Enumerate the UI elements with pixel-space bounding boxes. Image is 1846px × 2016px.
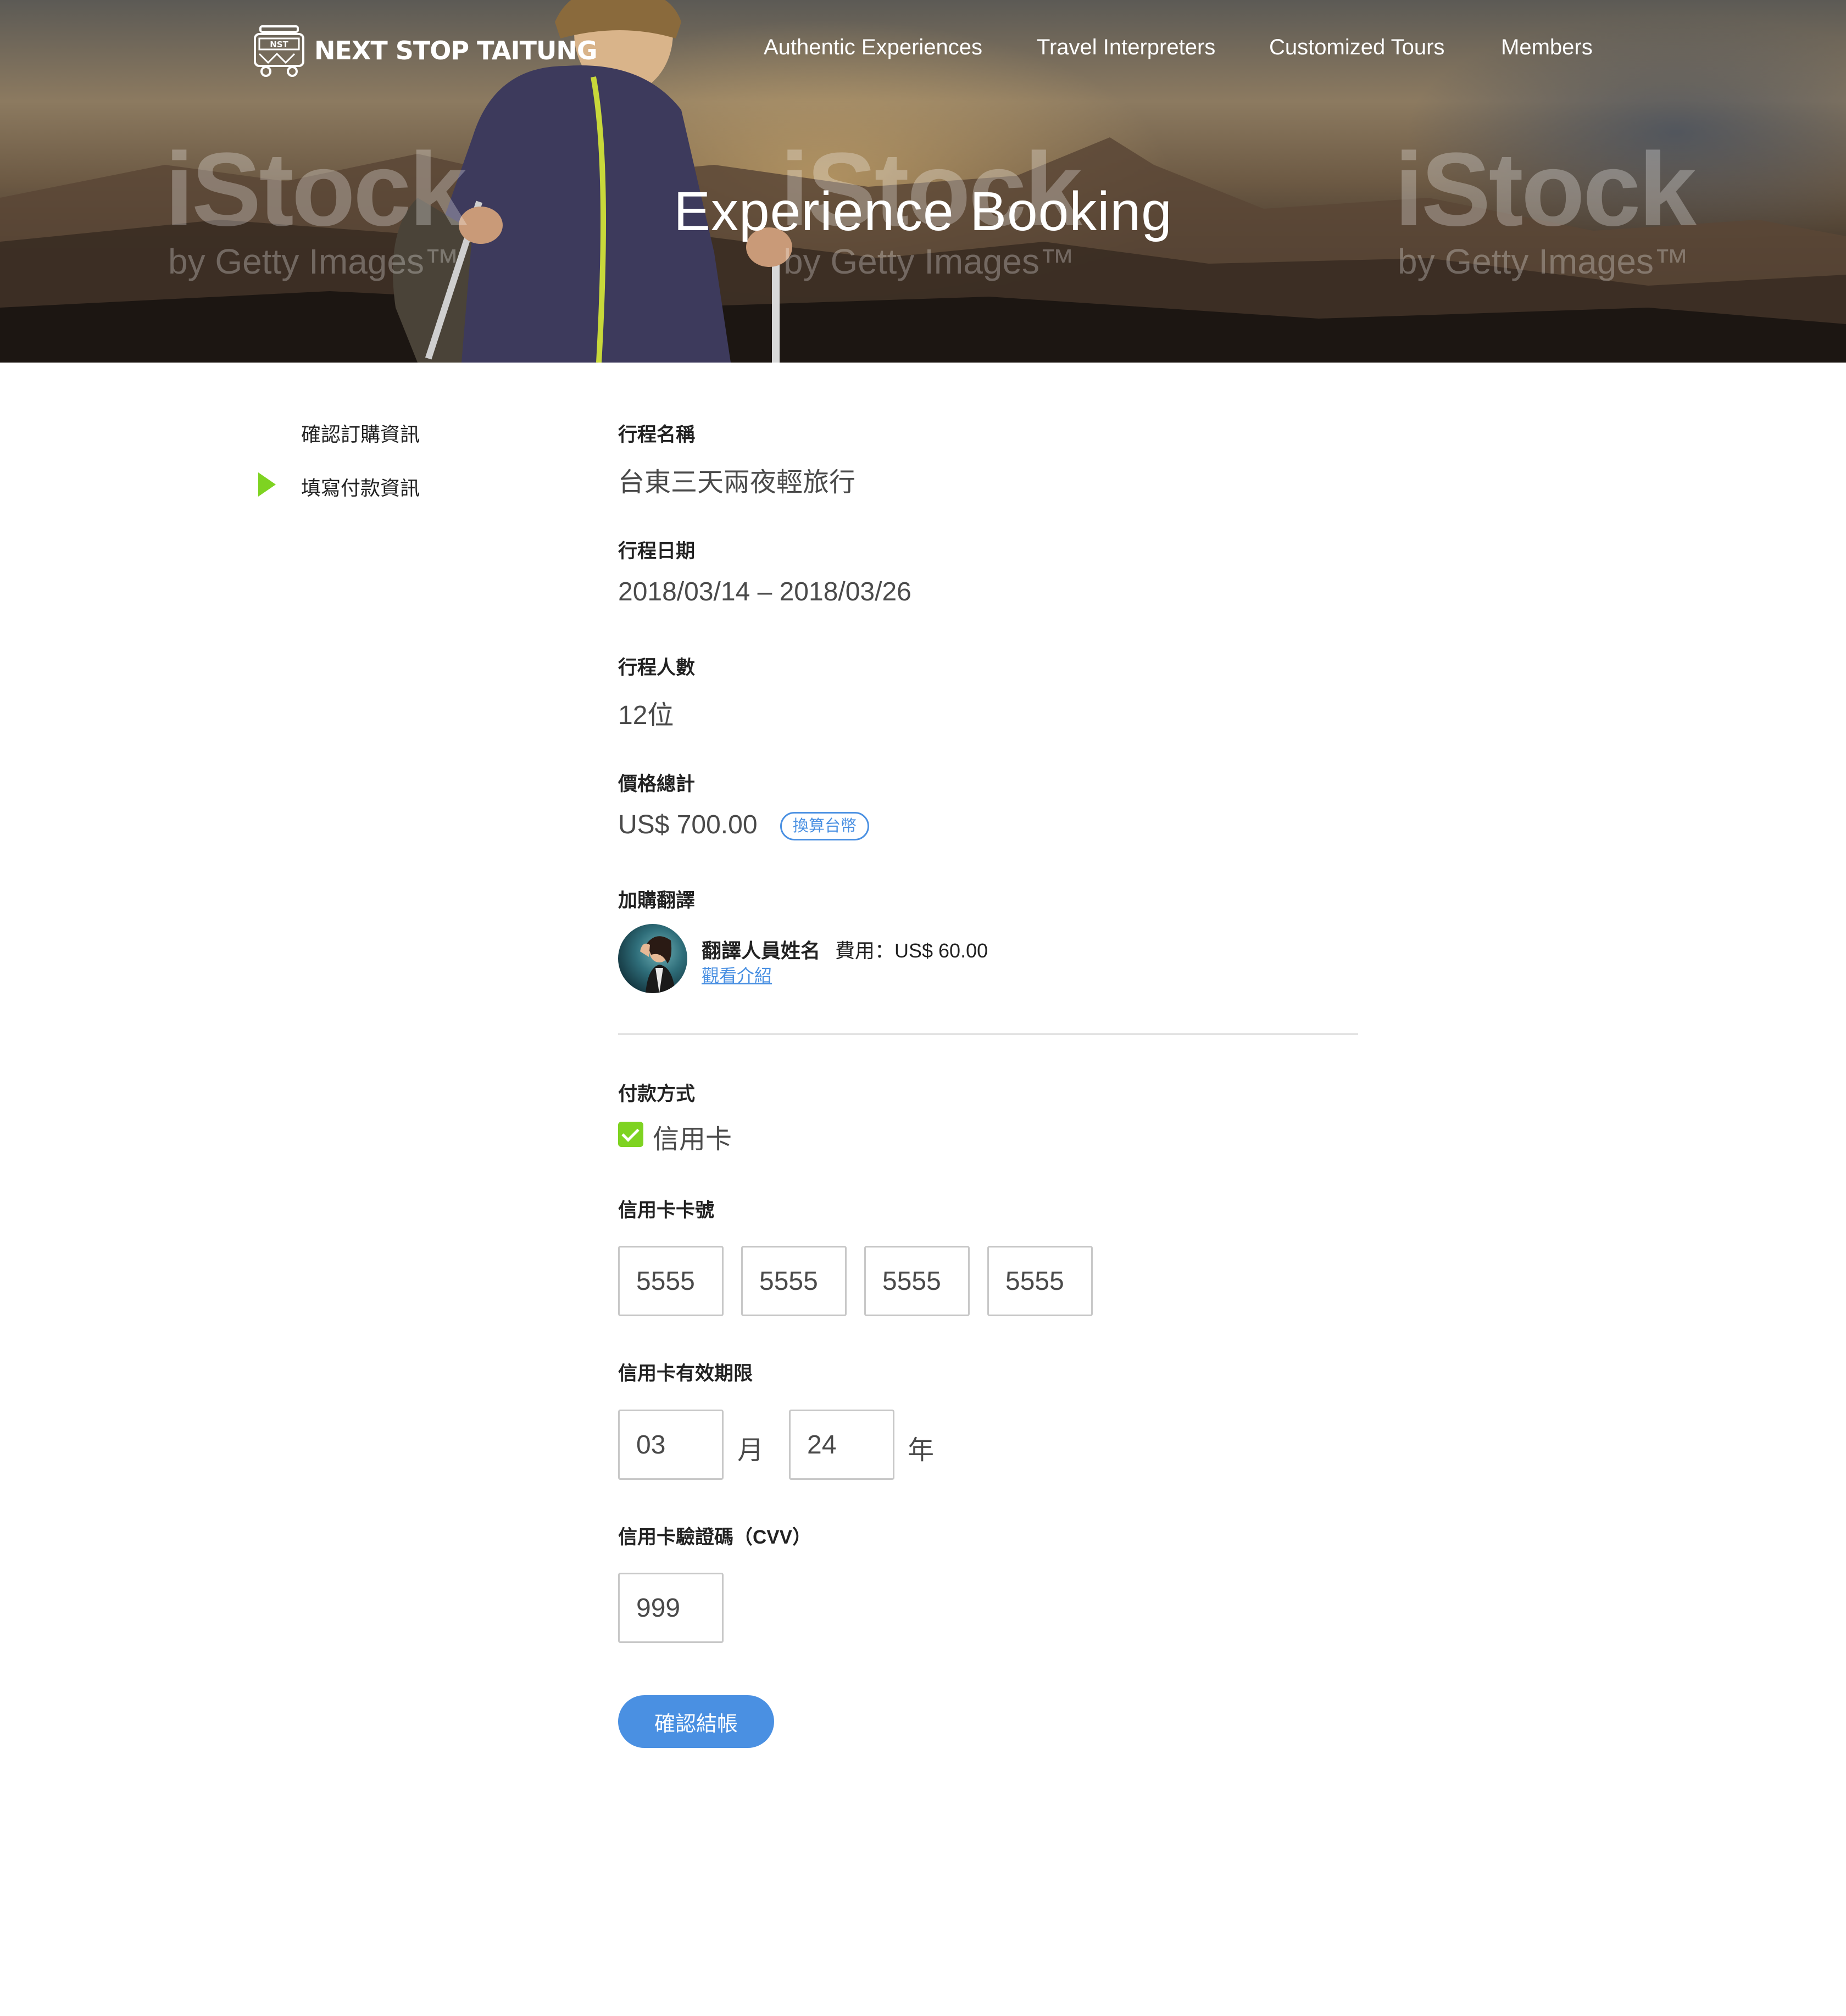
trip-dates-label: 行程日期 (618, 541, 696, 562)
card-number-field-3[interactable] (864, 1246, 970, 1316)
expiry-month-field[interactable] (618, 1410, 724, 1480)
trip-name-value: 台東三天兩夜輕旅行 (618, 468, 856, 497)
month-unit: 月 (737, 1436, 764, 1465)
nav-members[interactable]: Members (1501, 35, 1593, 60)
nav-customized-tours[interactable]: Customized Tours (1269, 35, 1444, 60)
cvv-label: 信用卡驗證碼（CVV） (618, 1527, 811, 1548)
interpreter-profile-link[interactable]: 觀看介紹 (702, 962, 772, 987)
cvv-field[interactable] (618, 1573, 724, 1643)
people-label: 行程人數 (618, 657, 696, 678)
trip-dates-value: 2018/03/14 – 2018/03/26 (618, 577, 911, 606)
trip-name-label: 行程名稱 (618, 424, 696, 445)
page-title: Experience Booking (674, 181, 1172, 242)
expiry-year-field[interactable] (789, 1410, 894, 1480)
step-payment-info[interactable]: 填寫付款資訊 (301, 472, 420, 501)
card-number-field-4[interactable] (987, 1246, 1093, 1316)
nav-authentic-experiences[interactable]: Authentic Experiences (764, 35, 982, 60)
credit-card-checkbox[interactable] (618, 1122, 643, 1147)
card-number-field-2[interactable] (741, 1246, 847, 1316)
section-divider (618, 1033, 1358, 1035)
interpreter-name: 翻譯人員姓名 (702, 939, 821, 962)
people-value: 12位 (618, 701, 674, 730)
total-label: 價格總計 (618, 773, 696, 795)
credit-card-option-label[interactable]: 信用卡 (653, 1117, 732, 1156)
interpreter-photo (640, 936, 675, 993)
hero-banner: iStock by Getty Images™ iStock by Getty … (0, 0, 1846, 363)
total-value: US$ 700.00 (618, 810, 758, 839)
card-number-label: 信用卡卡號 (618, 1200, 715, 1221)
step-confirm-order[interactable]: 確認訂購資訊 (301, 419, 420, 447)
card-number-field-1[interactable] (618, 1246, 724, 1316)
payment-method-label: 付款方式 (618, 1083, 696, 1105)
interpreter-fee: 費用：US$ 60.00 (835, 939, 988, 962)
expiry-label: 信用卡有效期限 (618, 1363, 753, 1384)
active-step-arrow-icon (258, 472, 276, 497)
interpreter-avatar[interactable] (618, 924, 687, 993)
main-nav: Authentic Experiences Travel Interpreter… (0, 35, 1846, 68)
year-unit: 年 (908, 1436, 935, 1465)
interpreter-label: 加購翻譯 (618, 890, 696, 911)
convert-twd-button[interactable]: 換算台幣 (780, 812, 870, 840)
nav-travel-interpreters[interactable]: Travel Interpreters (1037, 35, 1215, 60)
confirm-checkout-button[interactable]: 確認結帳 (618, 1695, 774, 1748)
top-navigation: NST NEXT STOP TAITUNG Authentic Experien… (0, 0, 1846, 104)
